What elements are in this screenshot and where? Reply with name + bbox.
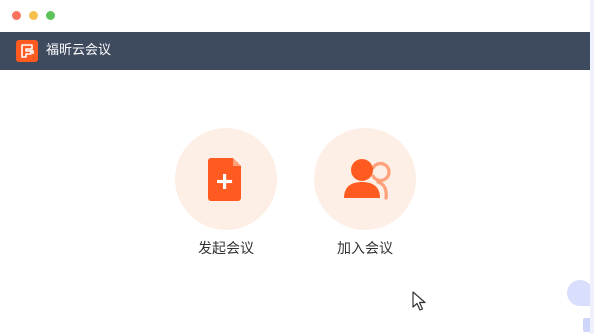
start-meeting-icon-circle[interactable] — [175, 128, 277, 230]
join-meeting-icon-circle[interactable] — [314, 128, 416, 230]
users-icon — [344, 159, 391, 200]
close-window-button[interactable] — [12, 11, 21, 20]
start-meeting-button[interactable]: 发起会议 — [175, 128, 277, 259]
app-header: 福昕云会议 — [0, 32, 590, 70]
join-meeting-button[interactable]: 加入会议 — [314, 128, 416, 259]
decorative-bubble-icon — [567, 280, 590, 306]
app-window: 福昕云会议 发起会议 加入会议 — [0, 0, 590, 334]
title-bar — [0, 0, 590, 32]
file-plus-icon — [208, 158, 241, 201]
mouse-cursor-icon — [412, 291, 428, 315]
minimize-window-button[interactable] — [29, 11, 38, 20]
join-meeting-label: 加入会议 — [337, 241, 393, 257]
start-meeting-label: 发起会议 — [198, 241, 254, 257]
app-logo-icon — [16, 40, 38, 62]
window-edge-shadow — [590, 0, 594, 334]
app-title: 福昕云会议 — [46, 43, 112, 58]
maximize-window-button[interactable] — [46, 11, 55, 20]
decorative-bar — [583, 318, 590, 332]
